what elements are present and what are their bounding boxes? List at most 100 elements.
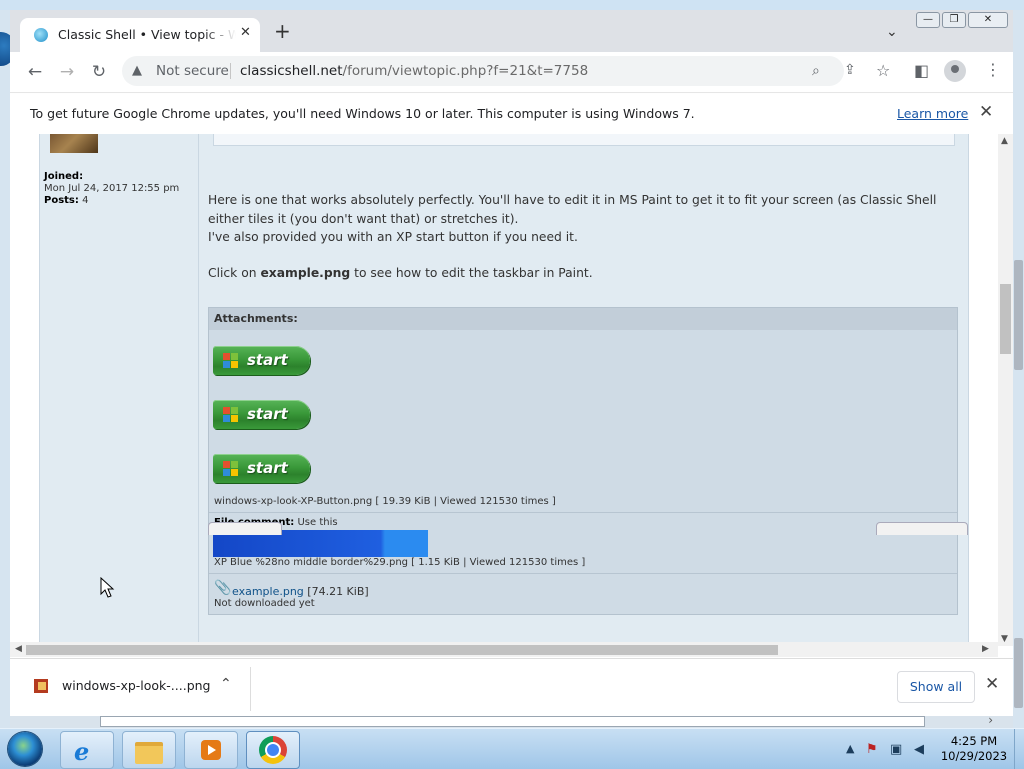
address-bar[interactable]: ▲ Not secure classicshell.net/forum/view…	[122, 56, 844, 86]
image-file-icon	[34, 679, 48, 693]
scroll-down-arrow-icon[interactable]: ▼	[1001, 634, 1008, 644]
attachments-box: Attachments: start start start windows-x…	[208, 307, 958, 615]
shelf-close-icon[interactable]: ✕	[985, 674, 999, 694]
start-label: start	[247, 459, 288, 477]
background-hscroll-arrow-icon: ›	[988, 713, 993, 727]
chrome-icon	[259, 736, 287, 764]
side-panel-icon[interactable]: ◧	[914, 61, 929, 80]
scroll-left-arrow-icon[interactable]: ◀	[15, 644, 22, 654]
folder-icon	[135, 742, 163, 764]
action-center-flag-icon[interactable]: ⚑	[866, 742, 878, 757]
scroll-right-arrow-icon[interactable]: ▶	[982, 644, 989, 654]
vertical-scrollbar[interactable]: ▲ ▼	[998, 134, 1013, 646]
reload-icon[interactable]: ↻	[88, 62, 110, 82]
post-profile: Joined: Mon Jul 24, 2017 12:55 pm Posts:…	[40, 134, 199, 642]
learn-more-link[interactable]: Learn more	[897, 106, 968, 121]
forward-arrow-icon[interactable]: →	[56, 62, 78, 82]
background-window-edge	[0, 10, 16, 728]
posts-label: Posts:	[44, 195, 79, 206]
download-shelf: windows-xp-look-....png ⌃ Show all ✕	[10, 658, 1013, 718]
windows-flag-icon	[223, 407, 239, 423]
url-host: classicshell.net	[240, 63, 343, 79]
network-icon[interactable]: ▣	[890, 742, 902, 757]
url-path: /forum/viewtopic.php?f=21&t=7758	[342, 63, 589, 79]
profile-avatar-icon[interactable]	[944, 60, 966, 82]
desktop-strip	[0, 0, 1024, 10]
shelf-divider	[250, 667, 251, 711]
address-divider	[230, 63, 231, 79]
url-text[interactable]: classicshell.net/forum/viewtopic.php?f=2…	[240, 63, 588, 79]
background-scroll-thumb	[1014, 260, 1023, 370]
user-avatar[interactable]	[50, 134, 98, 153]
infobar-close-icon[interactable]: ✕	[979, 102, 993, 122]
restore-button[interactable]: ❐	[942, 12, 966, 28]
system-clock[interactable]: 4:25 PM 10/29/2023	[936, 734, 1012, 764]
zoom-search-icon[interactable]: ⌕	[812, 63, 820, 79]
back-arrow-icon[interactable]: ←	[24, 62, 46, 82]
taskbar-internet-explorer[interactable]: e	[60, 731, 114, 769]
download-filename[interactable]: windows-xp-look-....png	[62, 678, 211, 693]
post-action-button[interactable]	[208, 522, 282, 535]
window-close-button[interactable]: ✕	[968, 12, 1008, 28]
taskbar-file-explorer[interactable]	[122, 731, 176, 769]
scroll-up-arrow-icon[interactable]: ▲	[1001, 136, 1008, 146]
attachments-header: Attachments:	[209, 308, 957, 330]
joined-label: Joined:	[44, 171, 84, 182]
background-window-hscroll: ›	[10, 713, 1013, 728]
download-options-chevron-icon[interactable]: ⌃	[220, 676, 232, 692]
post-paragraph: I've also provided you with an XP start …	[208, 230, 578, 244]
share-icon[interactable]: ⇪	[844, 62, 856, 78]
clock-time: 4:25 PM	[950, 734, 998, 748]
internet-explorer-icon: e	[74, 737, 90, 766]
background-hscroll-thumb	[100, 716, 925, 727]
post-paragraph: Here is one that works absolutely perfec…	[208, 193, 937, 226]
tab-classic-shell[interactable]: Classic Shell • View topic - Windows ✕	[20, 18, 260, 52]
page-viewport: Joined: Mon Jul 24, 2017 12:55 pm Posts:…	[10, 134, 998, 642]
joined-value: Mon Jul 24, 2017 12:55 pm	[44, 183, 180, 194]
media-player-icon	[201, 740, 221, 760]
attachment-divider	[209, 512, 957, 513]
horizontal-scroll-thumb[interactable]	[26, 645, 778, 655]
background-scroll-thumb-lower	[1014, 638, 1023, 708]
new-tab-button[interactable]: +	[274, 21, 291, 41]
attachments-title: Attachments:	[214, 312, 298, 325]
post-paragraph: Click on example.png to see how to edit …	[208, 264, 958, 283]
tray-expand-icon[interactable]: ▲	[846, 742, 854, 755]
example-png-link[interactable]: example.png [74.21 KiB]	[232, 585, 369, 598]
paragraph-text: to see how to edit the taskbar in Paint.	[350, 265, 593, 280]
chrome-window: Classic Shell • View topic - Windows ✕ +…	[10, 10, 1013, 718]
tab-close-icon[interactable]: ✕	[240, 25, 251, 40]
windows-taskbar: e ▲ ⚑ ▣ ◀ 4:25 PM 10/29/2023	[0, 728, 1024, 769]
example-link-text[interactable]: example.png	[232, 585, 304, 598]
start-label: start	[247, 351, 288, 369]
not-secure-label[interactable]: Not secure	[156, 63, 229, 79]
attachment-caption: XP Blue %28no middle border%29.png [ 1.1…	[214, 557, 586, 568]
paragraph-text: Click on	[208, 265, 261, 280]
post-action-button[interactable]	[876, 522, 968, 535]
start-button-image[interactable]: start	[213, 346, 310, 375]
start-orb-icon[interactable]	[8, 732, 42, 766]
update-infobar: To get future Google Chrome updates, you…	[10, 94, 1013, 135]
minimize-button[interactable]: —	[916, 12, 940, 28]
bookmark-star-icon[interactable]: ☆	[876, 61, 890, 80]
forum-post: Joined: Mon Jul 24, 2017 12:55 pm Posts:…	[39, 134, 969, 642]
vertical-scroll-thumb[interactable]	[1000, 284, 1011, 354]
download-status: Not downloaded yet	[214, 598, 315, 609]
taskbar-media-player[interactable]	[184, 731, 238, 769]
tab-strip: Classic Shell • View topic - Windows ✕ +…	[10, 10, 1013, 52]
volume-icon[interactable]: ◀	[914, 742, 924, 757]
start-button-image[interactable]: start	[213, 454, 310, 483]
example-size: [74.21 KiB]	[307, 585, 369, 598]
post-body: Here is one that works absolutely perfec…	[208, 191, 958, 282]
show-all-button[interactable]: Show all	[897, 671, 975, 703]
horizontal-scrollbar[interactable]: ◀ ▶	[10, 642, 998, 657]
clock-date: 10/29/2023	[940, 749, 1008, 763]
show-desktop-button[interactable]	[1014, 729, 1024, 769]
tab-title: Classic Shell • View topic - Windows	[58, 27, 236, 42]
taskbar-chrome[interactable]	[246, 731, 300, 769]
start-button-image[interactable]: start	[213, 400, 310, 429]
paperclip-icon: 📎	[214, 580, 232, 596]
tab-search-chevron-icon[interactable]: ⌄	[886, 24, 898, 40]
menu-kebab-icon[interactable]: ⋮	[985, 60, 1001, 79]
warning-triangle-icon[interactable]: ▲	[132, 63, 142, 78]
